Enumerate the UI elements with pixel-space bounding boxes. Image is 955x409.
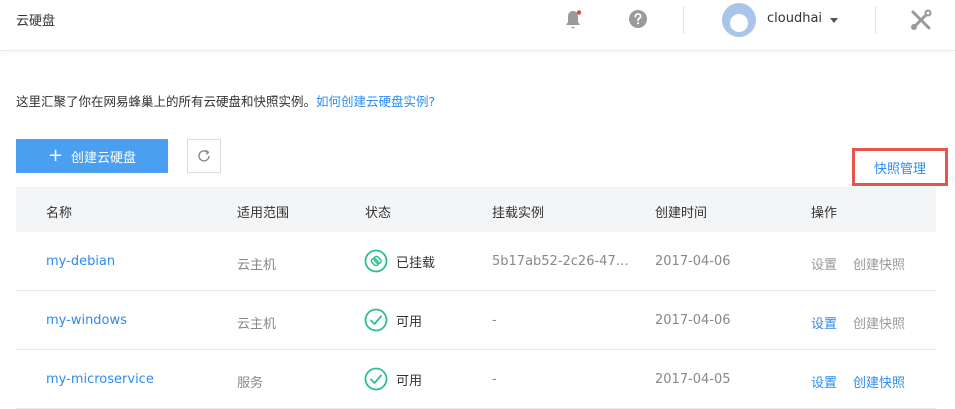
- status-text: 已挂载: [396, 255, 436, 271]
- create-disk-label: 创建云硬盘: [71, 150, 137, 166]
- mounted-instance: -: [492, 313, 497, 328]
- disk-name-link[interactable]: my-windows: [46, 313, 127, 328]
- create-snapshot-action: 创建快照: [853, 317, 906, 332]
- create-snapshot-action: 创建快照: [853, 258, 906, 273]
- settings-action[interactable]: 设置: [811, 313, 837, 332]
- link-icon: [364, 249, 388, 273]
- disk-scope: 服务: [237, 376, 264, 391]
- column-header-instance: 挂载实例: [492, 206, 545, 221]
- column-header-actions: 操作: [811, 206, 838, 221]
- snapshot-manage-link[interactable]: 快照管理: [852, 148, 948, 186]
- top-header: 云硬盘 cloudhai: [0, 0, 955, 51]
- created-date: 2017-04-05: [655, 372, 731, 387]
- user-avatar-icon: [722, 3, 756, 37]
- intro-text: 这里汇聚了你在网易蜂巢上的所有云硬盘和快照实例。如何创建云硬盘实例?: [16, 91, 435, 110]
- intro-description: 这里汇聚了你在网易蜂巢上的所有云硬盘和快照实例。: [16, 94, 317, 109]
- column-header-name: 名称: [46, 206, 73, 221]
- mounted-instance: -: [492, 372, 497, 387]
- plus-icon: +: [47, 145, 64, 166]
- refresh-button[interactable]: [187, 139, 221, 173]
- header-divider: [875, 6, 876, 34]
- check-icon: [364, 367, 388, 391]
- tools-icon[interactable]: [909, 8, 933, 32]
- disk-name-link[interactable]: my-microservice: [46, 372, 154, 387]
- help-icon[interactable]: [628, 9, 648, 29]
- table-header: 名称 适用范围 状态 挂载实例 创建时间 操作: [16, 187, 936, 232]
- table-row: my-microservice 服务 可用 - 2017-04-05 设置 创建…: [16, 350, 936, 409]
- snapshot-manage-label: 快照管理: [873, 161, 926, 177]
- table-row: my-debian 云主机 已挂载 5b17ab52-2c26-47… 2017…: [16, 232, 936, 291]
- create-disk-button[interactable]: + 创建云硬盘: [16, 139, 168, 173]
- status-text: 可用: [396, 314, 423, 330]
- page-title: 云硬盘: [16, 14, 56, 29]
- create-snapshot-action[interactable]: 创建快照: [853, 372, 905, 391]
- column-header-status: 状态: [365, 206, 392, 221]
- status-badge: 可用: [364, 308, 422, 332]
- notification-bell-icon[interactable]: [563, 9, 583, 31]
- check-icon: [364, 308, 388, 332]
- column-header-scope: 适用范围: [237, 206, 290, 221]
- status-badge: 已挂载: [364, 249, 435, 273]
- status-badge: 可用: [364, 367, 422, 391]
- table-row: my-windows 云主机 可用 - 2017-04-06 设置 创建快照: [16, 291, 936, 350]
- header-divider: [683, 6, 684, 34]
- refresh-icon: [198, 149, 210, 162]
- mounted-instance[interactable]: 5b17ab52-2c26-47…: [492, 254, 629, 269]
- chevron-down-icon[interactable]: [830, 18, 838, 23]
- column-header-created: 创建时间: [655, 206, 708, 221]
- settings-action: 设置: [811, 258, 838, 273]
- created-date: 2017-04-06: [655, 254, 731, 269]
- avatar[interactable]: [722, 3, 756, 37]
- status-text: 可用: [396, 373, 423, 389]
- disk-scope: 云主机: [237, 258, 277, 273]
- disk-scope: 云主机: [237, 317, 277, 332]
- how-to-create-link[interactable]: 如何创建云硬盘实例?: [316, 94, 435, 109]
- created-date: 2017-04-06: [655, 313, 731, 328]
- notification-dot: [576, 10, 582, 15]
- username[interactable]: cloudhai: [767, 11, 822, 26]
- settings-action[interactable]: 设置: [811, 372, 837, 391]
- disk-name-link[interactable]: my-debian: [46, 254, 115, 269]
